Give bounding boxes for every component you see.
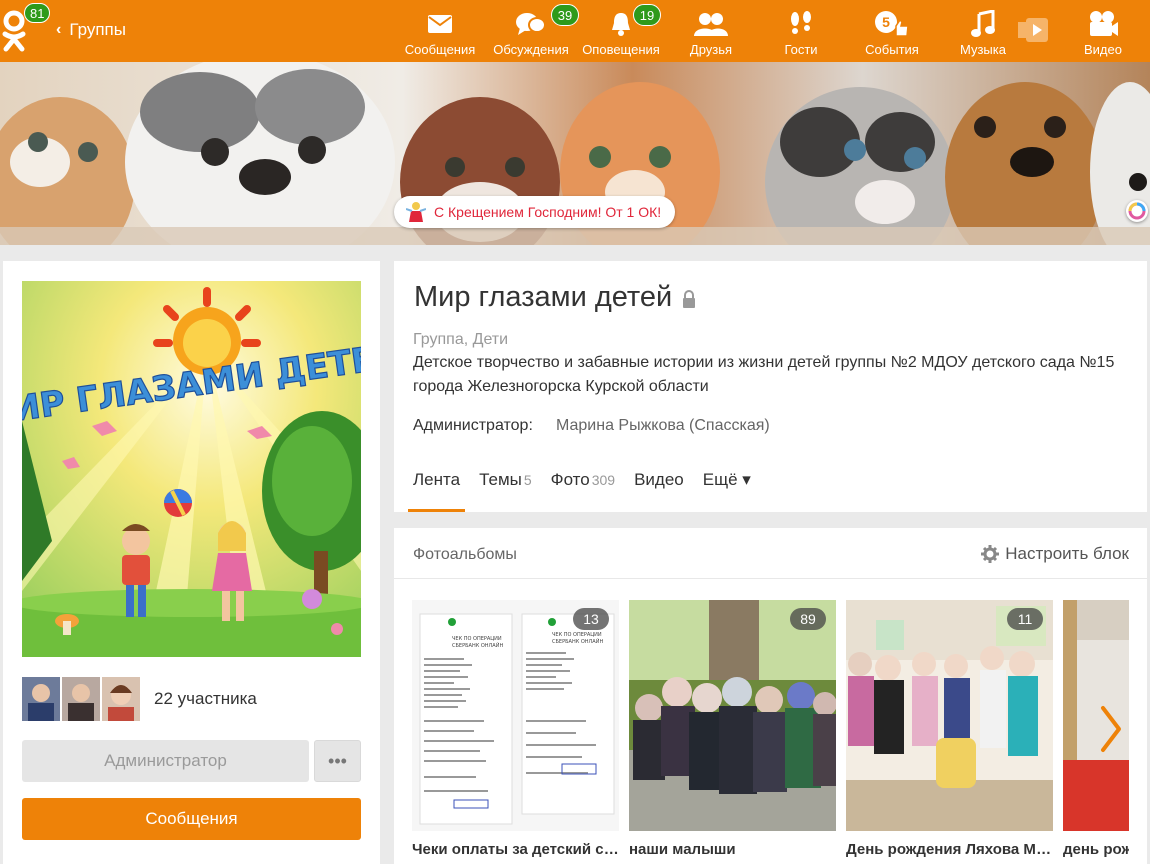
- album-thumbnail[interactable]: ЧЕК ПО ОПЕРАЦИИ СБЕРБАНК ОНЛАЙН ЧЕК ПО О…: [412, 600, 619, 831]
- tab-feed[interactable]: Лента: [407, 469, 466, 512]
- bell-icon: [609, 9, 633, 39]
- album-item[interactable]: 89 наши малыши: [629, 600, 836, 858]
- group-tabs: Лента Темы 5 Фото 309 Видео Ещё ▾: [394, 469, 751, 512]
- tab-topics[interactable]: Темы 5: [479, 469, 532, 512]
- chat-bubbles-icon: [515, 9, 547, 39]
- album-thumbnail[interactable]: 11: [846, 600, 1053, 831]
- album-name[interactable]: наши малыши: [629, 841, 836, 858]
- album-name[interactable]: день рож: [1063, 841, 1129, 858]
- svg-text:ЧЕК ПО ОПЕРАЦИИ: ЧЕК ПО ОПЕРАЦИИ: [452, 636, 502, 642]
- svg-text:СБЕРБАНК ОНЛАЙН: СБЕРБАНК ОНЛАЙН: [552, 638, 603, 645]
- photo-albums-card: Фотоальбомы Настроить блок ЧЕК ПО ОПЕРАЦ…: [394, 528, 1147, 864]
- group-avatar[interactable]: МИР ГЛАЗАМИ ДЕТЕЙ: [22, 281, 361, 657]
- tab-more[interactable]: Ещё ▾: [703, 469, 751, 512]
- group-sidebar-card: МИР ГЛАЗАМИ ДЕТЕЙ 22 участника Администр…: [3, 261, 380, 864]
- gear-icon: [981, 545, 1000, 563]
- music-note-icon: [971, 9, 995, 39]
- chevron-left-icon: ‹: [56, 21, 62, 38]
- album-photo-count: 11: [1007, 608, 1043, 630]
- lock-icon: [682, 283, 696, 316]
- svg-text:ЧЕК ПО ОПЕРАЦИИ: ЧЕК ПО ОПЕРАЦИИ: [552, 632, 602, 638]
- footprints-icon: [787, 9, 815, 39]
- messages-button[interactable]: Сообщения: [22, 798, 361, 840]
- album-item[interactable]: 11 День рождения Ляхова Ма...: [846, 600, 1053, 858]
- albums-header: Фотоальбомы Настроить блок: [394, 528, 1147, 579]
- events-icon: 5: [874, 9, 910, 39]
- chevron-right-icon: [1101, 706, 1121, 752]
- group-info-card: Мир глазами детей Группа, Дети Детское т…: [394, 261, 1147, 512]
- nav-events[interactable]: 5 События: [865, 0, 919, 62]
- holiday-greeting-banner[interactable]: С Крещением Господним! От 1 ОК!: [394, 196, 676, 228]
- cover-color-picker-icon[interactable]: [1126, 200, 1148, 222]
- tab-video[interactable]: Видео: [634, 469, 684, 512]
- albums-next-arrow[interactable]: [1091, 693, 1131, 765]
- back-to-groups-link[interactable]: ‹ Группы: [56, 20, 126, 40]
- nav-video[interactable]: Видео: [1082, 0, 1124, 62]
- admin-label: Администратор:: [413, 417, 533, 434]
- configure-block-button[interactable]: Настроить блок: [981, 544, 1129, 564]
- nav-guests[interactable]: Гости: [784, 0, 818, 62]
- members-row[interactable]: 22 участника: [22, 677, 257, 721]
- admin-name-link[interactable]: Марина Рыжкова (Спасская): [556, 417, 770, 435]
- notifications-count-badge: 19: [633, 4, 661, 26]
- discussions-badge: 39: [551, 4, 579, 26]
- album-photo-count: 89: [790, 608, 826, 630]
- music-player-play-icon[interactable]: [1018, 16, 1050, 49]
- album-item[interactable]: ЧЕК ПО ОПЕРАЦИИ СБЕРБАНК ОНЛАЙН ЧЕК ПО О…: [412, 600, 619, 858]
- albums-title[interactable]: Фотоальбомы: [413, 546, 517, 564]
- administrator-button[interactable]: Администратор: [22, 740, 309, 782]
- friends-icon: [694, 9, 728, 39]
- nav-messages[interactable]: Сообщения: [405, 0, 475, 62]
- album-name[interactable]: Чеки оплаты за детский сад: [412, 841, 619, 858]
- video-camera-icon: [1087, 9, 1119, 39]
- member-avatar[interactable]: [62, 677, 100, 721]
- tab-photos[interactable]: Фото 309: [551, 469, 615, 512]
- holiday-greeting-text: С Крещением Господним! От 1 ОК!: [434, 204, 662, 220]
- album-name[interactable]: День рождения Ляхова Ма...: [846, 841, 1053, 858]
- more-options-button[interactable]: •••: [314, 740, 361, 782]
- member-avatar[interactable]: [102, 677, 140, 721]
- back-label: Группы: [69, 20, 126, 39]
- member-avatar[interactable]: [22, 677, 60, 721]
- notifications-badge[interactable]: 81: [24, 3, 51, 23]
- album-photo-count: 13: [573, 608, 609, 630]
- top-bar: 81 ‹ Группы Сообщения Обсуждения 39 Опов…: [0, 0, 1150, 62]
- svg-text:СБЕРБАНК ОНЛАЙН: СБЕРБАНК ОНЛАЙН: [452, 642, 503, 649]
- svg-text:5: 5: [882, 14, 890, 30]
- members-count[interactable]: 22 участника: [154, 689, 257, 709]
- album-thumbnail[interactable]: 89: [629, 600, 836, 831]
- holiday-figure-icon: [405, 201, 427, 234]
- nav-music[interactable]: Музыка: [960, 0, 1006, 62]
- envelope-icon: [427, 9, 453, 39]
- group-description: Детское творчество и забавные истории из…: [413, 354, 1115, 395]
- nav-friends[interactable]: Друзья: [690, 0, 732, 62]
- group-title: Мир глазами детей: [414, 279, 696, 316]
- group-category[interactable]: Группа, Дети: [413, 331, 508, 349]
